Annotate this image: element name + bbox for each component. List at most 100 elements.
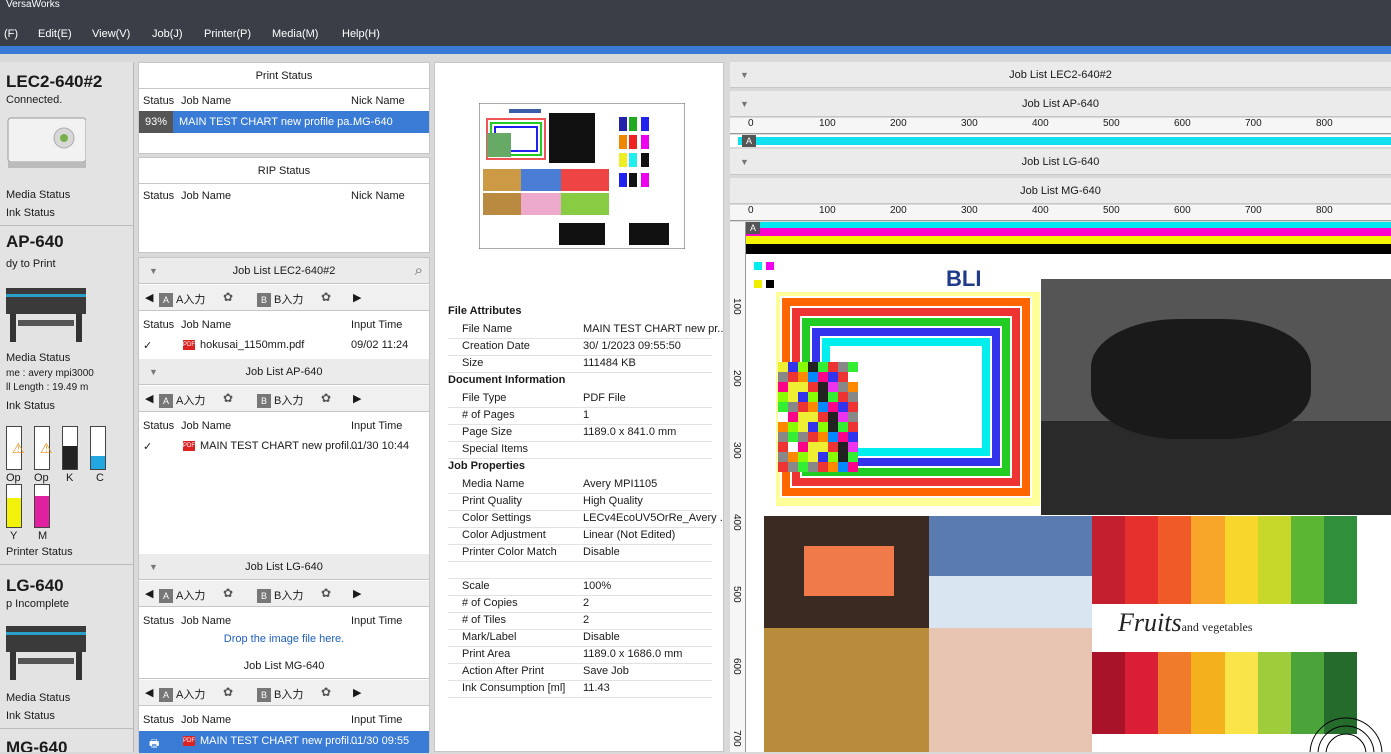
attr-value: Save Job (583, 665, 629, 677)
job-thumbnail[interactable] (479, 103, 685, 249)
next-arrow-icon[interactable]: ▶ (353, 587, 361, 600)
section-marker: A (742, 135, 756, 147)
job-list-lec-header[interactable]: ▼ Job List LEC2-640#2 ⌕ (139, 258, 429, 284)
gear-icon[interactable]: ✿ (223, 391, 233, 405)
attr-key: # of Pages (462, 409, 515, 421)
menu-help[interactable]: Help(H) (342, 28, 380, 40)
menu-job[interactable]: Job(J) (152, 28, 183, 40)
job-list-mg-title[interactable]: Job List MG-640 (139, 653, 429, 679)
media-status-ap[interactable]: Media Status (6, 352, 70, 364)
drop-hint[interactable]: Drop the image file here. (139, 633, 429, 645)
tab-b-ap[interactable]: B B入力 (257, 392, 303, 408)
tab-b-mg[interactable]: B B入力 (257, 686, 303, 702)
prev-arrow-icon[interactable]: ◀ (145, 291, 153, 304)
tab-a-lg[interactable]: A A入力 (159, 587, 205, 603)
table-row[interactable]: ✓ PDF MAIN TEST CHART new profil... 01/30… (139, 437, 429, 457)
menu-view[interactable]: View(V) (92, 28, 130, 40)
tab-b-lec[interactable]: B B入力 (257, 291, 303, 307)
nick-name: MG-640 (353, 116, 393, 128)
next-arrow-icon[interactable]: ▶ (353, 686, 361, 699)
gear-icon[interactable]: ✿ (223, 586, 233, 600)
menu-media[interactable]: Media(M) (272, 28, 318, 40)
menu-file[interactable]: (F) (4, 28, 18, 40)
attr-value: Linear (Not Edited) (583, 529, 676, 541)
job-list-right-lec[interactable]: ▼ Job List LEC2-640#2 (730, 62, 1391, 88)
printer-name-mg[interactable]: MG-640 (6, 738, 67, 752)
col-nick-name[interactable]: Nick Name (351, 190, 405, 202)
printer-image-lg (6, 626, 86, 680)
col-input-time[interactable]: Input Time (351, 714, 402, 726)
gear-icon[interactable]: ✿ (223, 290, 233, 304)
printer-icon: 🖶 (149, 738, 160, 750)
col-job-name[interactable]: Job Name (181, 95, 231, 107)
ink-status-ap[interactable]: Ink Status (6, 400, 55, 412)
media-status-lec[interactable]: Media Status (6, 189, 70, 201)
prev-arrow-icon[interactable]: ◀ (145, 587, 153, 600)
col-job-name[interactable]: Job Name (181, 615, 231, 627)
col-input-time[interactable]: Input Time (351, 615, 402, 627)
tab-b-lg[interactable]: B B入力 (257, 587, 303, 603)
printer-name-ap[interactable]: AP-640 (6, 232, 64, 252)
col-job-name[interactable]: Job Name (181, 420, 231, 432)
col-status[interactable]: Status (143, 190, 174, 202)
attr-section-title: File Attributes (448, 305, 522, 317)
menu-edit[interactable]: Edit(E) (38, 28, 72, 40)
media-status-lg[interactable]: Media Status (6, 692, 70, 704)
table-row[interactable]: ✓ PDF hokusai_1150mm.pdf 09/02 11:24 (139, 336, 429, 356)
ink-status-lg[interactable]: Ink Status (6, 710, 55, 722)
tab-a-mg[interactable]: A A入力 (159, 686, 205, 702)
ink-y (6, 484, 22, 528)
prev-arrow-icon[interactable]: ◀ (145, 686, 153, 699)
gear-icon[interactable]: ✿ (223, 685, 233, 699)
job-list-right-lg[interactable]: ▼ Job List LG-640 (730, 149, 1391, 175)
gear-icon[interactable]: ✿ (321, 586, 331, 600)
gear-icon[interactable]: ✿ (321, 391, 331, 405)
attr-value: Disable (583, 631, 620, 643)
printer-name-lg[interactable]: LG-640 (6, 576, 64, 596)
col-status[interactable]: Status (143, 714, 174, 726)
job-list-right-mg[interactable]: Job List MG-640 (730, 178, 1391, 204)
attr-value: 11.43 (583, 682, 610, 694)
printer-status-link-ap[interactable]: Printer Status (6, 546, 73, 558)
gear-icon[interactable]: ✿ (321, 290, 331, 304)
col-job-name[interactable]: Job Name (181, 190, 231, 202)
print-status-row[interactable]: 93% MAIN TEST CHART new profile pa... MG… (139, 111, 429, 133)
job-list-ap-title: Job List AP-640 (245, 366, 323, 378)
job-list-lg-header[interactable]: ▼ Job List LG-640 (139, 554, 429, 580)
col-job-name[interactable]: Job Name (181, 319, 231, 331)
col-nick-name[interactable]: Nick Name (351, 95, 405, 107)
col-status[interactable]: Status (143, 420, 174, 432)
attr-value: 1189.0 x 841.0 mm (583, 426, 677, 438)
mg-preview-canvas[interactable]: A BLI Fruitsand vegetables (746, 222, 1391, 752)
gear-icon[interactable]: ✿ (321, 685, 331, 699)
attr-value: MAIN TEST CHART new pr... (583, 323, 723, 335)
attr-key: Print Quality (462, 495, 522, 507)
col-status[interactable]: Status (143, 319, 174, 331)
attr-value: High Quality (583, 495, 643, 507)
col-job-name[interactable]: Job Name (181, 714, 231, 726)
table-row-selected[interactable]: 🖶 PDF MAIN TEST CHART new profil... 01/30… (139, 731, 429, 753)
attr-key: Creation Date (462, 340, 530, 352)
job-list-ap-header[interactable]: ▼ Job List AP-640 (139, 359, 429, 385)
col-input-time[interactable]: Input Time (351, 319, 402, 331)
search-icon[interactable]: ⌕ (415, 258, 423, 284)
tab-a-ap[interactable]: A A入力 (159, 392, 205, 408)
attr-key: Print Area (462, 648, 511, 660)
input-time: 01/30 09:55 (351, 735, 410, 747)
job-list-right-ap[interactable]: ▼ Job List AP-640 (730, 91, 1391, 117)
col-status[interactable]: Status (143, 615, 174, 627)
attr-key: File Name (462, 323, 513, 335)
tab-a-lec[interactable]: A A入力 (159, 291, 205, 307)
pdf-icon: PDF (183, 441, 195, 452)
printer-name-lec[interactable]: LEC2-640#2 (6, 72, 102, 92)
next-arrow-icon[interactable]: ▶ (353, 392, 361, 405)
done-check-icon: ✓ (143, 441, 153, 453)
prev-arrow-icon[interactable]: ◀ (145, 392, 153, 405)
input-time: 01/30 10:44 (351, 440, 410, 452)
ink-status-lec[interactable]: Ink Status (6, 207, 55, 219)
next-arrow-icon[interactable]: ▶ (353, 291, 361, 304)
ink-k (62, 426, 78, 470)
menu-printer[interactable]: Printer(P) (204, 28, 251, 40)
col-input-time[interactable]: Input Time (351, 420, 402, 432)
col-status[interactable]: Status (143, 95, 174, 107)
